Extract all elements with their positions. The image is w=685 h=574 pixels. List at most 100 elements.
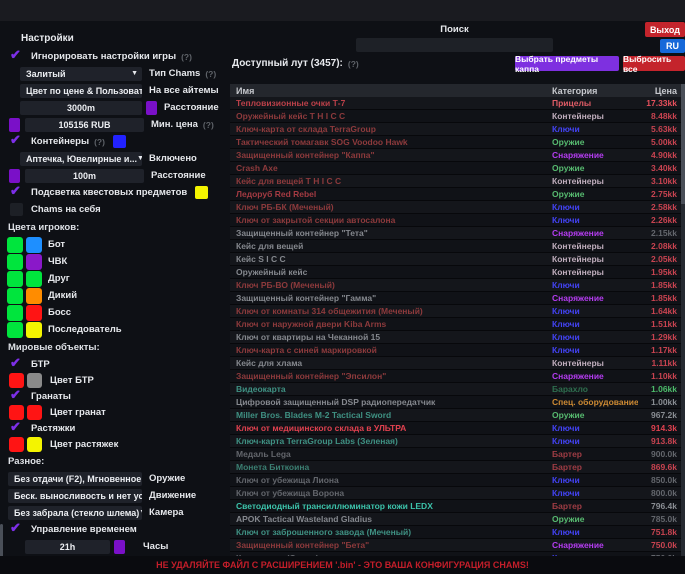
drop-all-button[interactable]: Выбросить все — [623, 56, 685, 71]
help-hint[interactable]: (?) — [203, 120, 214, 130]
item-name: Тепловизионные очки Т-7 — [230, 98, 552, 108]
help-hint[interactable]: (?) — [94, 137, 105, 147]
chams-type-dropdown[interactable]: Залитый ▼ — [20, 67, 142, 81]
table-row[interactable]: Монета Биткоина Бартер 869.6k — [230, 461, 681, 474]
table-row[interactable]: Ключ РБ-БК (Меченый) Ключи 2.58kk — [230, 201, 681, 214]
table-row[interactable]: Ключ-карта от склада TerraGroup Ключи 5.… — [230, 123, 681, 136]
table-row[interactable]: Ключ от наружной двери Kiba Arms Ключи 1… — [230, 318, 681, 331]
misc-dropdown[interactable]: Беск. выносливость и нет уста ▼ — [8, 489, 142, 503]
table-row[interactable]: Светодиодный трансиллюминатор кожи LEDX … — [230, 500, 681, 513]
hours-input[interactable]: 21h — [25, 540, 110, 554]
table-row[interactable]: Защищенный контейнер "Тета" Снаряжение 2… — [230, 227, 681, 240]
min-price-color-swatch[interactable] — [9, 118, 20, 132]
loot-table-scrollbar[interactable] — [681, 84, 685, 556]
table-row[interactable]: Ключ РБ-ВО (Меченый) Ключи 1.85kk — [230, 279, 681, 292]
quest-items-color-swatch[interactable] — [195, 186, 208, 199]
world-color-swatch-secondary[interactable] — [27, 405, 42, 420]
exit-button[interactable]: Выход — [645, 22, 685, 37]
table-row[interactable]: Кейс для вещей T H I C C Контейнеры 3.10… — [230, 175, 681, 188]
containers-row: Контейнеры (?) — [6, 133, 228, 150]
world-object-checkbox[interactable] — [10, 390, 23, 403]
player-color-swatch-primary[interactable] — [7, 322, 23, 338]
world-object-checkbox[interactable] — [10, 422, 23, 435]
ignore-game-settings-checkbox[interactable] — [10, 50, 23, 63]
world-color-swatch-primary[interactable] — [9, 373, 24, 388]
hours-color-swatch[interactable] — [114, 540, 125, 554]
table-row[interactable]: Оружейный кейс Контейнеры 1.95kk — [230, 266, 681, 279]
player-color-swatch-primary[interactable] — [7, 254, 23, 270]
misc-dropdown[interactable]: Без отдачи (F2), Мгновенное п ▼ — [8, 472, 142, 486]
table-row[interactable]: Защищенный контейнер "Каппа" Снаряжение … — [230, 149, 681, 162]
search-input[interactable] — [356, 38, 553, 52]
player-color-swatch-primary[interactable] — [7, 271, 23, 287]
help-hint[interactable]: (?) — [205, 69, 216, 79]
time-control-checkbox[interactable] — [10, 523, 23, 536]
world-color-swatch-secondary[interactable] — [27, 437, 42, 452]
world-color-swatch-secondary[interactable] — [27, 373, 42, 388]
item-price: 1.51kk — [638, 319, 681, 329]
item-price: 1.29kk — [638, 332, 681, 342]
item-price: 2.08kk — [638, 241, 681, 251]
player-color-swatch-primary[interactable] — [7, 288, 23, 304]
table-row[interactable]: Видеокарта Барахло 1.06kk — [230, 383, 681, 396]
distance-input[interactable]: 3000m — [20, 101, 142, 115]
column-header-name[interactable]: Имя — [230, 86, 552, 96]
player-color-swatch-primary[interactable] — [7, 305, 23, 321]
chams-self-checkbox[interactable] — [10, 203, 23, 216]
table-row[interactable]: Ключ от квартиры на Чеканной 15 Ключи 1.… — [230, 331, 681, 344]
help-hint[interactable]: (?) — [348, 59, 359, 69]
table-row[interactable]: Медаль Lega Бартер 900.0k — [230, 448, 681, 461]
player-color-swatch-secondary[interactable] — [26, 254, 42, 270]
table-row[interactable]: Кейс для вещей Контейнеры 2.08kk — [230, 240, 681, 253]
player-color-swatch-secondary[interactable] — [26, 237, 42, 253]
table-row[interactable]: Miller Bros. Blades M-2 Tactical Sword О… — [230, 409, 681, 422]
table-row[interactable]: Тепловизионные очки Т-7 Прицелы 17.33kk — [230, 97, 681, 110]
player-color-swatch-secondary[interactable] — [26, 305, 42, 321]
table-row[interactable]: Тактический томагавк SOG Voodoo Hawk Ору… — [230, 136, 681, 149]
table-row[interactable]: Ледоруб Red Rebel Оружие 2.75kk — [230, 188, 681, 201]
world-color-swatch-primary[interactable] — [9, 437, 24, 452]
help-hint[interactable]: (?) — [181, 52, 192, 62]
table-row[interactable]: Ключ от медицинского склада в УЛЬТРА Клю… — [230, 422, 681, 435]
column-header-price[interactable]: Цена — [638, 86, 681, 96]
player-color-swatch-primary[interactable] — [7, 237, 23, 253]
containers-distance-color-swatch[interactable] — [9, 169, 20, 183]
table-row[interactable]: Защищенный контейнер "Эпсилон" Снаряжени… — [230, 370, 681, 383]
player-color-swatch-secondary[interactable] — [26, 288, 42, 304]
world-object-checkbox[interactable] — [10, 358, 23, 371]
table-row[interactable]: Ключ от закрытой секции автосалона Ключи… — [230, 214, 681, 227]
containers-checkbox[interactable] — [10, 135, 23, 148]
player-color-swatch-secondary[interactable] — [26, 322, 42, 338]
player-color-swatch-secondary[interactable] — [26, 271, 42, 287]
quest-items-checkbox[interactable] — [10, 186, 23, 199]
loot-table-scrollbar-thumb[interactable] — [681, 84, 685, 204]
containers-color-swatch[interactable] — [113, 135, 126, 148]
table-row[interactable]: Crash Axe Оружие 3.40kk — [230, 162, 681, 175]
item-name: Ключ РБ-ВО (Меченый) — [230, 280, 552, 290]
select-kappa-items-button[interactable]: Выбрать предметы каппа — [515, 56, 619, 71]
item-category: Снаряжение — [552, 540, 638, 550]
table-row[interactable]: Цифровой защищенный DSP радиопередатчик … — [230, 396, 681, 409]
table-row[interactable]: Ключ-карта TerraGroup Labs (Зеленая) Клю… — [230, 435, 681, 448]
containers-distance-input[interactable]: 100m — [25, 169, 144, 183]
containers-mode-dropdown[interactable]: Аптечка, Ювелирные и... ▼ — [20, 152, 142, 166]
table-row[interactable]: Ключ от убежища Лиона Ключи 850.0k — [230, 474, 681, 487]
table-row[interactable]: Защищенный контейнер "Бета" Снаряжение 7… — [230, 539, 681, 552]
table-row[interactable]: Оружейный кейс T H I C C Контейнеры 8.48… — [230, 110, 681, 123]
misc-dropdown[interactable]: Без забрала (стекло шлема) ▼ — [8, 506, 142, 520]
table-row[interactable]: Кейс S I C C Контейнеры 2.05kk — [230, 253, 681, 266]
table-row[interactable]: Ключ-карта с синей маркировкой Ключи 1.1… — [230, 344, 681, 357]
distance-color-swatch[interactable] — [146, 101, 157, 115]
min-price-input[interactable]: 105156 RUB — [25, 118, 144, 132]
world-color-swatch-primary[interactable] — [9, 405, 24, 420]
language-button[interactable]: RU — [660, 39, 685, 53]
table-row[interactable]: APOK Tactical Wasteland Gladius Оружие 7… — [230, 513, 681, 526]
table-row[interactable]: Защищенный контейнер "Гамма" Снаряжение … — [230, 292, 681, 305]
table-row[interactable]: Ключ от комнаты 314 общежития (Меченый) … — [230, 305, 681, 318]
table-row[interactable]: Ключ от убежища Ворона Ключи 800.0k — [230, 487, 681, 500]
table-row[interactable]: Ключ от заброшенного завода (Меченый) Кл… — [230, 526, 681, 539]
table-row[interactable]: Кейс для хлама Контейнеры 1.11kk — [230, 357, 681, 370]
all-items-dropdown[interactable]: Цвет по цене & Пользователь ▼ — [20, 84, 142, 98]
column-header-category[interactable]: Категория — [552, 86, 638, 96]
settings-title: Настройки — [6, 28, 228, 48]
